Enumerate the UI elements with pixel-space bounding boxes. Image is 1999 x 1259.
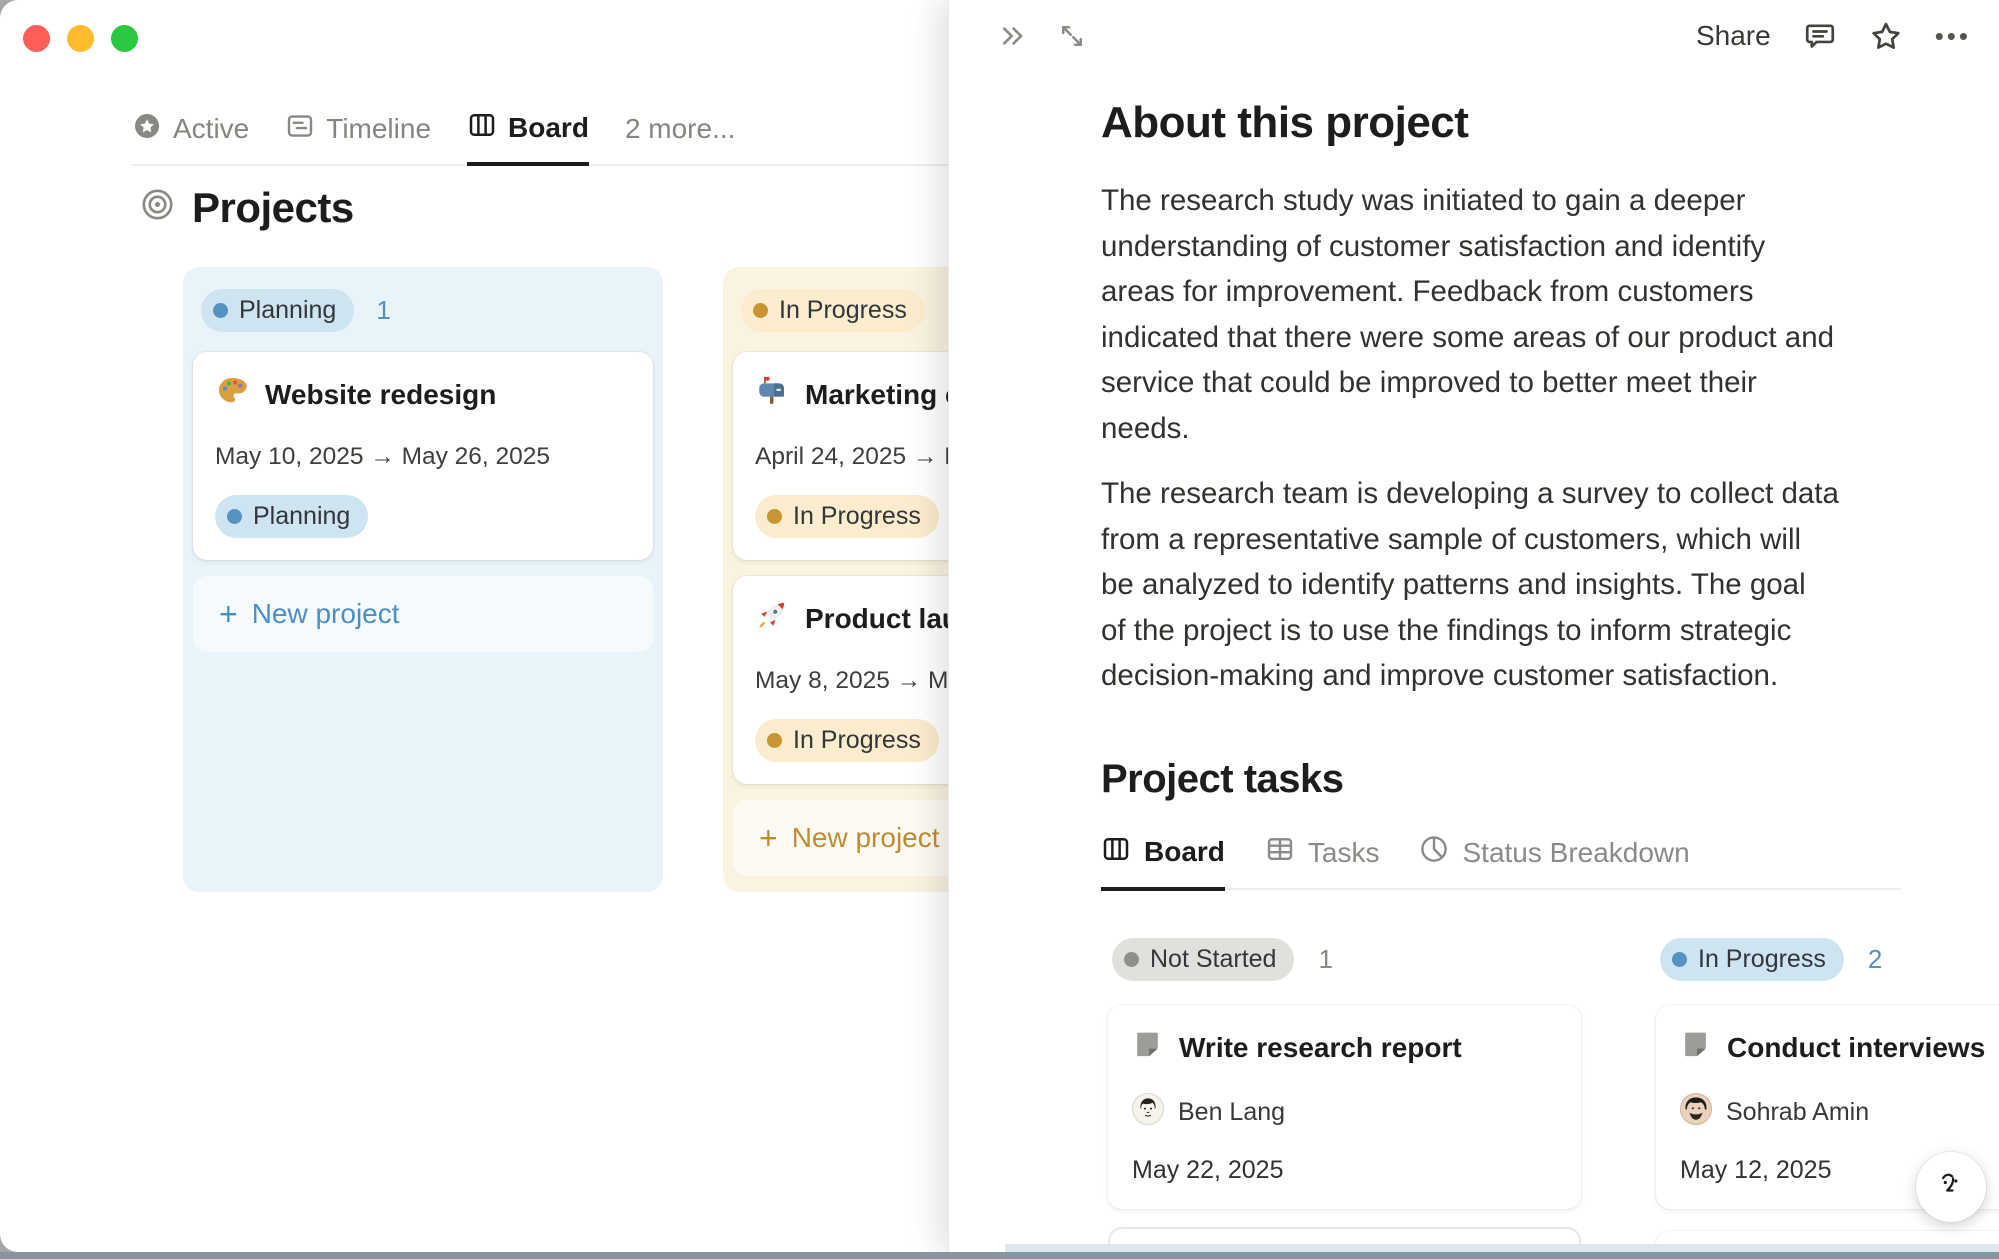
close-side-peek-icon[interactable] <box>997 20 1029 52</box>
column-status-pill[interactable]: Planning <box>201 289 354 332</box>
page-title[interactable]: Projects <box>140 184 354 232</box>
column-header: Not Started 1 <box>1108 936 1581 983</box>
status-dot <box>767 733 782 748</box>
column-status-pill[interactable]: In Progress <box>1660 938 1844 981</box>
page-title-text: Projects <box>192 184 354 232</box>
page-icon <box>1680 1029 1711 1067</box>
task-title: Conduct interviews <box>1727 1032 1985 1064</box>
more-options-icon[interactable]: ••• <box>1935 21 1971 52</box>
status-dot <box>753 303 768 318</box>
avatar-sohrab-amin <box>1680 1093 1712 1132</box>
notion-window: Active Timeline Board 2 more... <box>0 0 1999 1252</box>
table-icon <box>1265 834 1295 871</box>
avatar-ben-lang <box>1132 1093 1164 1132</box>
comments-icon[interactable] <box>1803 19 1837 53</box>
expand-page-icon[interactable] <box>1057 21 1087 51</box>
card-status-tag: Planning <box>215 495 368 538</box>
status-dot <box>227 509 242 524</box>
board-column-planning: Planning 1 Website redesign May 10, 2025… <box>183 267 663 892</box>
background-window-band <box>1005 1244 1999 1252</box>
tab-task-list[interactable]: Tasks <box>1265 834 1380 888</box>
card-status-tag: In Progress <box>755 719 939 762</box>
card-status-tag: In Progress <box>755 495 939 538</box>
card-title: Website redesign <box>265 379 496 411</box>
about-paragraph-1[interactable]: The research study was initiated to gain… <box>1101 178 1999 451</box>
tab-label: Board <box>508 112 589 144</box>
board-icon <box>467 110 497 147</box>
task-card-write-research-report[interactable]: Write research report Ben Lang May 22, 2… <box>1108 1005 1581 1209</box>
tab-active[interactable]: Active <box>132 94 249 164</box>
screenshot-root: Active Timeline Board 2 more... <box>0 0 1999 1259</box>
card-title: Marketing c <box>805 379 961 411</box>
status-dot <box>213 303 228 318</box>
star-badge-icon <box>132 111 162 148</box>
pie-chart-icon <box>1419 834 1449 871</box>
assignee-row: Sohrab Amin <box>1680 1093 1999 1132</box>
traffic-light-minimize[interactable] <box>67 25 94 52</box>
tab-label: 2 more... <box>625 113 735 145</box>
column-count: 1 <box>1318 944 1332 975</box>
ai-face-icon <box>1932 1166 1970 1209</box>
column-name: In Progress <box>779 296 907 325</box>
side-peek-panel: Share ••• About this project The researc… <box>948 0 1999 1252</box>
share-button[interactable]: Share <box>1696 20 1771 52</box>
due-date: May 22, 2025 <box>1132 1156 1557 1185</box>
status-dot <box>1672 952 1687 967</box>
panel-toolbar: Share ••• <box>949 0 1999 72</box>
tab-board[interactable]: Board <box>467 94 589 166</box>
projects-view-tabs: Active Timeline Board 2 more... <box>132 94 735 164</box>
tab-task-board[interactable]: Board <box>1101 834 1225 891</box>
about-heading[interactable]: About this project <box>1101 98 1999 148</box>
background-window-edge <box>0 1252 1999 1259</box>
timeline-icon <box>285 111 315 148</box>
project-card-website-redesign[interactable]: Website redesign May 10, 2025 → May 26, … <box>193 352 653 560</box>
traffic-light-zoom[interactable] <box>111 25 138 52</box>
column-status-pill[interactable]: Not Started <box>1112 938 1294 981</box>
mailbox-icon <box>755 374 789 415</box>
tab-label: Timeline <box>326 113 431 145</box>
palette-icon <box>215 374 249 415</box>
column-name: In Progress <box>1698 945 1826 974</box>
rocket-icon <box>755 598 789 639</box>
task-title: Write research report <box>1179 1032 1462 1064</box>
tab-more-views[interactable]: 2 more... <box>625 94 735 164</box>
tab-label: Active <box>173 113 249 145</box>
about-paragraph-2[interactable]: The research team is developing a survey… <box>1101 471 1999 699</box>
ai-assistant-button[interactable] <box>1916 1152 1986 1222</box>
column-count: 2 <box>1868 944 1882 975</box>
tab-timeline[interactable]: Timeline <box>285 94 431 164</box>
tasks-board: Not Started 1 Write research report <box>1088 916 1999 1253</box>
column-header: In Progress 2 <box>1656 936 1999 983</box>
task-column-not-started: Not Started 1 Write research report <box>1088 916 1601 1253</box>
traffic-light-close[interactable] <box>23 25 50 52</box>
column-count: 1 <box>376 295 390 326</box>
column-name: Not Started <box>1150 945 1276 974</box>
target-icon <box>140 184 175 232</box>
status-dot <box>1124 952 1139 967</box>
person-name: Sohrab Amin <box>1726 1098 1869 1127</box>
status-dot <box>767 509 782 524</box>
column-header: Planning 1 <box>193 283 653 336</box>
favorite-star-icon[interactable] <box>1869 19 1903 53</box>
board-icon <box>1101 834 1131 871</box>
card-title: Product lau <box>805 603 959 635</box>
task-view-tabs: Board Tasks Status Breakdown <box>1101 834 1901 890</box>
panel-body: About this project The research study wa… <box>1101 72 1999 1252</box>
page-icon <box>1132 1029 1163 1067</box>
card-dates: May 10, 2025 → May 26, 2025 <box>215 443 631 471</box>
window-controls <box>23 25 138 52</box>
assignee-row: Ben Lang <box>1132 1093 1557 1132</box>
tab-status-breakdown[interactable]: Status Breakdown <box>1419 834 1689 888</box>
column-status-pill[interactable]: In Progress <box>741 289 925 332</box>
new-project-button[interactable]: + New project <box>193 576 653 652</box>
person-name: Ben Lang <box>1178 1098 1285 1127</box>
plus-icon: + <box>219 596 238 633</box>
column-name: Planning <box>239 296 336 325</box>
plus-icon: + <box>759 820 778 857</box>
project-tasks-heading[interactable]: Project tasks <box>1101 757 1999 802</box>
